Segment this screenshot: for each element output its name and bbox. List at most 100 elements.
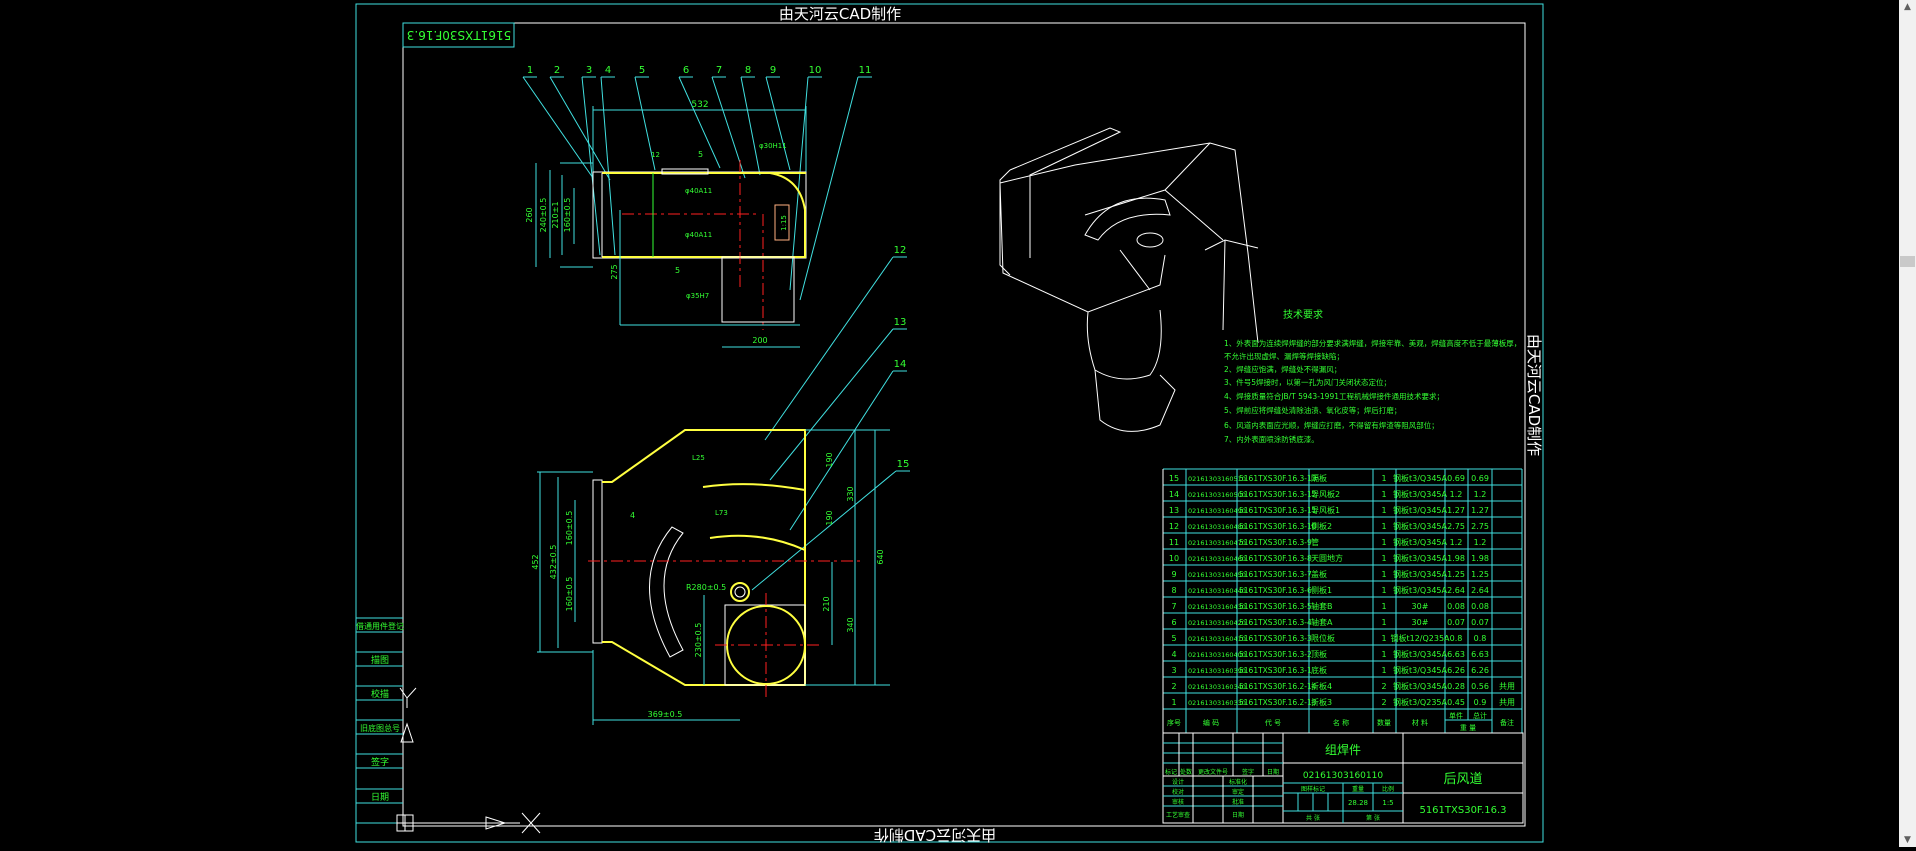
dim-label: 200: [752, 336, 767, 345]
bom-cell: 5: [1171, 634, 1176, 643]
tech-requirement-item: 7、内外表面喷涂防锈底漆。: [1224, 434, 1319, 444]
callout-number: 11: [859, 65, 872, 76]
bom-header: 重 量: [1460, 724, 1476, 732]
tb-label: 标记: [1165, 768, 1177, 776]
bom-cell: 6.26: [1471, 666, 1489, 675]
bom-cell: 4: [1171, 650, 1176, 659]
bom-cell: 0.69: [1447, 474, 1465, 483]
bom-cell: 1.2: [1474, 538, 1487, 547]
scroll-down-arrow-icon[interactable]: ▼: [1899, 833, 1916, 847]
dim-label: 240±0.5: [539, 198, 548, 233]
ucs-axis-icon: [396, 687, 541, 834]
bom-cell: 02161303160340: [1188, 683, 1246, 691]
bom-row: 13 021613031604905161TXS30F.16.3-11导风板1 1 钢…: [1169, 505, 1489, 515]
bom-cell: 钢板t12/Q235A: [1390, 633, 1450, 643]
scroll-up-arrow-icon[interactable]: ▲: [1899, 0, 1916, 14]
scrollbar-thumb[interactable]: [1900, 256, 1915, 267]
bom-cell: 3: [1171, 666, 1176, 675]
bom-cell: 钢板t3/Q345A: [1393, 569, 1447, 579]
bom-row: 2 021613031603405161TXS30F.16.2-14折板4 2 钢板t…: [1171, 681, 1515, 691]
bom-cell: 02161303160480: [1188, 523, 1246, 531]
bom-cell: 轴套B: [1311, 601, 1333, 611]
bom-cell: 5161TXS30F.16.3-6: [1239, 586, 1312, 595]
bom-cell: 5161TXS30F.16.2-14: [1239, 682, 1317, 691]
bom-cell: 1: [1381, 490, 1386, 499]
tb-label: 设计: [1172, 778, 1184, 786]
bom-row: 8 021613031604405161TXS30F.16.3-6 侧板1 1 钢板t3…: [1171, 585, 1488, 595]
bom-row: 15 021613031605105161TXS30F.16.3-13隔板 1 钢板t…: [1169, 473, 1489, 483]
callout-number: 15: [897, 459, 910, 470]
tb-label: 标准化: [1229, 778, 1247, 786]
dim-label: 12: [651, 151, 660, 159]
bom-cell: 共用: [1499, 682, 1515, 691]
bom-cell: 1: [1381, 618, 1386, 627]
bom-cell: 钢板t3/Q345A: [1393, 489, 1447, 499]
bom-cell: 1.98: [1447, 554, 1465, 563]
drawing-sheet: 由天河云CAD制作 由天河云CAD制作 由天河云CAD制作 5161TXS30F…: [355, 3, 1544, 844]
bom-cell: 1: [1381, 650, 1386, 659]
bom-cell: 钢板t3/Q235A: [1393, 697, 1447, 707]
callout-number: 4: [605, 65, 611, 76]
bom-cell: 共用: [1499, 698, 1515, 707]
callout-number: 6: [683, 65, 689, 76]
dim-label: 275: [610, 264, 619, 279]
dim-label: L25: [692, 454, 705, 462]
plan-view: 452 432±0.5 160±0.5 160±0.5 369±0.5 230±…: [531, 429, 890, 725]
tech-requirement-item: 4、焊接质量符合JB/T 5943-1991工程机械焊接件通用技术要求；: [1224, 391, 1444, 401]
bom-header: 编 码: [1203, 718, 1219, 727]
bom-cell: 5161TXS30F.16.2-13: [1239, 698, 1317, 707]
dim-label: 160±0.5: [565, 577, 574, 612]
bom-cell: 底板: [1311, 665, 1327, 675]
bom-cell: 钢板t3/Q345A: [1393, 473, 1447, 483]
bom-row: 3 021613031603905161TXS30F.16.3-1 底板 1 钢板t3/…: [1171, 665, 1488, 675]
tb-scale: 1:5: [1382, 799, 1393, 807]
bom-cell: 钢板t3/Q345A: [1393, 537, 1447, 547]
bom-cell: 0.45: [1447, 698, 1465, 707]
bom-header: 材 料: [1412, 718, 1428, 727]
bom-cell: 5161TXS30F.16.3-9: [1239, 538, 1312, 547]
cad-drawing-canvas[interactable]: 由天河云CAD制作 由天河云CAD制作 由天河云CAD制作 5161TXS30F…: [0, 0, 1899, 847]
dim-label: L73: [715, 509, 728, 517]
tb-label: 日期: [1267, 768, 1279, 776]
bom-cell: 顶板: [1311, 649, 1327, 659]
vertical-scrollbar[interactable]: ▲ ▼: [1899, 0, 1916, 847]
bom-cell: 1.2: [1450, 538, 1463, 547]
bom-cell: 盖板: [1311, 569, 1327, 579]
callout-number: 14: [894, 359, 907, 370]
bom-cell: 1.98: [1471, 554, 1489, 563]
dim-label: 640: [876, 549, 885, 564]
dim-label: 160±0.5: [565, 511, 574, 546]
tech-requirement-item: 6、风道内表面应光顺，焊缝应打磨，不得留有焊渣等阻风部位；: [1224, 420, 1439, 430]
dim-label: φ40A11: [685, 187, 712, 195]
bom-cell: 1: [1381, 634, 1386, 643]
tb-code: 02161303160110: [1303, 771, 1383, 781]
bom-cell: 0.9: [1474, 698, 1487, 707]
callout-number: 5: [639, 65, 645, 76]
dim-label: 369±0.5: [648, 710, 683, 719]
bom-cell: 1: [1171, 698, 1176, 707]
tech-requirement-item: 2、焊缝应饱满，焊缝处不得漏风；: [1224, 364, 1341, 374]
bom-cell: 1: [1381, 538, 1386, 547]
bom-cell: 0.08: [1471, 602, 1489, 611]
bom-cell: 02161303160440: [1188, 587, 1246, 595]
dim-label: 190: [825, 452, 834, 467]
bom-cell: 5161TXS30F.16.3-4: [1239, 618, 1312, 627]
bom-cell: 钢板t3/Q345A: [1393, 585, 1447, 595]
bom-cell: 02161303160450: [1188, 571, 1246, 579]
bom-cell: 30#: [1412, 618, 1429, 627]
bom-cell: 2.64: [1447, 586, 1465, 595]
sidebar-label: 签字: [371, 756, 389, 768]
bom-cell: 隔板: [1311, 473, 1327, 483]
bom-header: 名 称: [1333, 718, 1349, 727]
bom-row: 4 021613031604005161TXS30F.16.3-2 顶板 1 钢板t3/…: [1171, 649, 1488, 659]
dim-label: 190: [825, 510, 834, 525]
sidebar-label: 校描: [371, 688, 389, 700]
tb-label: 批准: [1232, 798, 1244, 806]
bom-cell: 02161303160390: [1188, 667, 1246, 675]
tb-assembly-type: 组焊件: [1325, 742, 1361, 757]
bom-row: 9 021613031604505161TXS30F.16.3-7 盖板 1 钢板t3/…: [1171, 569, 1488, 579]
bom-cell: 0.8: [1474, 634, 1487, 643]
tb-label: 比例: [1382, 785, 1394, 793]
tb-label: 日期: [1232, 811, 1244, 819]
bom-cell: 1.2: [1474, 490, 1487, 499]
